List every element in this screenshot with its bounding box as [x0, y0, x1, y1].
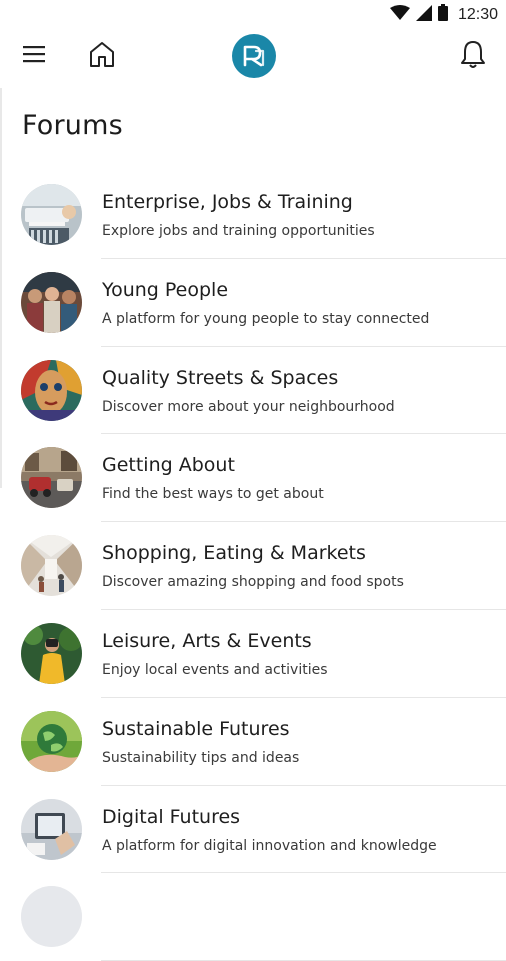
forum-description: Enjoy local events and activities	[102, 661, 328, 678]
forum-description: Find the best ways to get about	[102, 486, 324, 503]
app-logo[interactable]	[232, 34, 276, 78]
notifications-button[interactable]	[459, 39, 487, 69]
forum-title: Getting About	[102, 454, 235, 477]
forum-image	[21, 886, 82, 948]
forum-title: Enterprise, Jobs & Training	[102, 191, 353, 213]
battery-icon	[437, 4, 448, 25]
app-bar	[0, 30, 506, 80]
forum-item-sustainable-futures[interactable]: Sustainable Futures Sustainability tips …	[0, 698, 506, 786]
forum-item-leisure-arts-events[interactable]: Leisure, Arts & Events Enjoy local event…	[0, 610, 506, 698]
forum-title: Quality Streets & Spaces	[102, 366, 339, 389]
home-icon	[90, 42, 114, 67]
wifi-icon	[389, 4, 410, 25]
signal-icon	[415, 4, 432, 25]
forum-list: Enterprise, Jobs & Training Explore jobs…	[0, 171, 506, 961]
page-title: Forums	[22, 110, 123, 141]
forum-image	[21, 447, 82, 509]
forum-description: Discover more about your neighbourhood	[102, 398, 395, 415]
menu-button[interactable]	[22, 42, 48, 66]
forum-title: Digital Futures	[102, 805, 241, 828]
forum-image	[21, 359, 82, 421]
forum-item-getting-about[interactable]: Getting About Find the best ways to get …	[0, 434, 506, 522]
forum-image	[21, 710, 82, 772]
forum-image	[21, 184, 82, 245]
forum-item-partial[interactable]	[0, 873, 506, 961]
forum-description: Explore jobs and training opportunities	[102, 223, 375, 239]
forum-description: A platform for digital innovation and kn…	[102, 837, 437, 854]
status-icons: 12:30	[389, 4, 498, 25]
forum-image	[21, 535, 82, 597]
forum-description: A platform for young people to stay conn…	[102, 310, 430, 327]
menu-icon	[23, 46, 45, 63]
forum-description: Sustainability tips and ideas	[102, 749, 300, 766]
forum-title: Young People	[102, 278, 229, 301]
forum-item-young-people[interactable]: Young People A platform for young people…	[0, 259, 506, 347]
forum-title: Sustainable Futures	[102, 717, 290, 740]
forum-image	[21, 622, 82, 684]
app-logo-icon	[232, 34, 276, 78]
status-bar: 12:30	[0, 0, 506, 30]
forum-item-quality-streets-spaces[interactable]: Quality Streets & Spaces Discover more a…	[0, 347, 506, 435]
home-button[interactable]	[88, 40, 116, 68]
forum-item-digital-futures[interactable]: Digital Futures A platform for digital i…	[0, 786, 506, 874]
forum-image	[21, 798, 82, 860]
forum-item-shopping-eating-markets[interactable]: Shopping, Eating & Markets Discover amaz…	[0, 522, 506, 610]
forum-image	[21, 271, 82, 333]
forum-description: Discover amazing shopping and food spots	[102, 574, 404, 591]
bell-icon	[461, 41, 485, 68]
forum-title: Shopping, Eating & Markets	[102, 542, 366, 565]
status-time: 12:30	[457, 5, 498, 23]
forum-title: Leisure, Arts & Events	[102, 629, 312, 652]
forum-item-enterprise-jobs-training[interactable]: Enterprise, Jobs & Training Explore jobs…	[0, 171, 506, 259]
